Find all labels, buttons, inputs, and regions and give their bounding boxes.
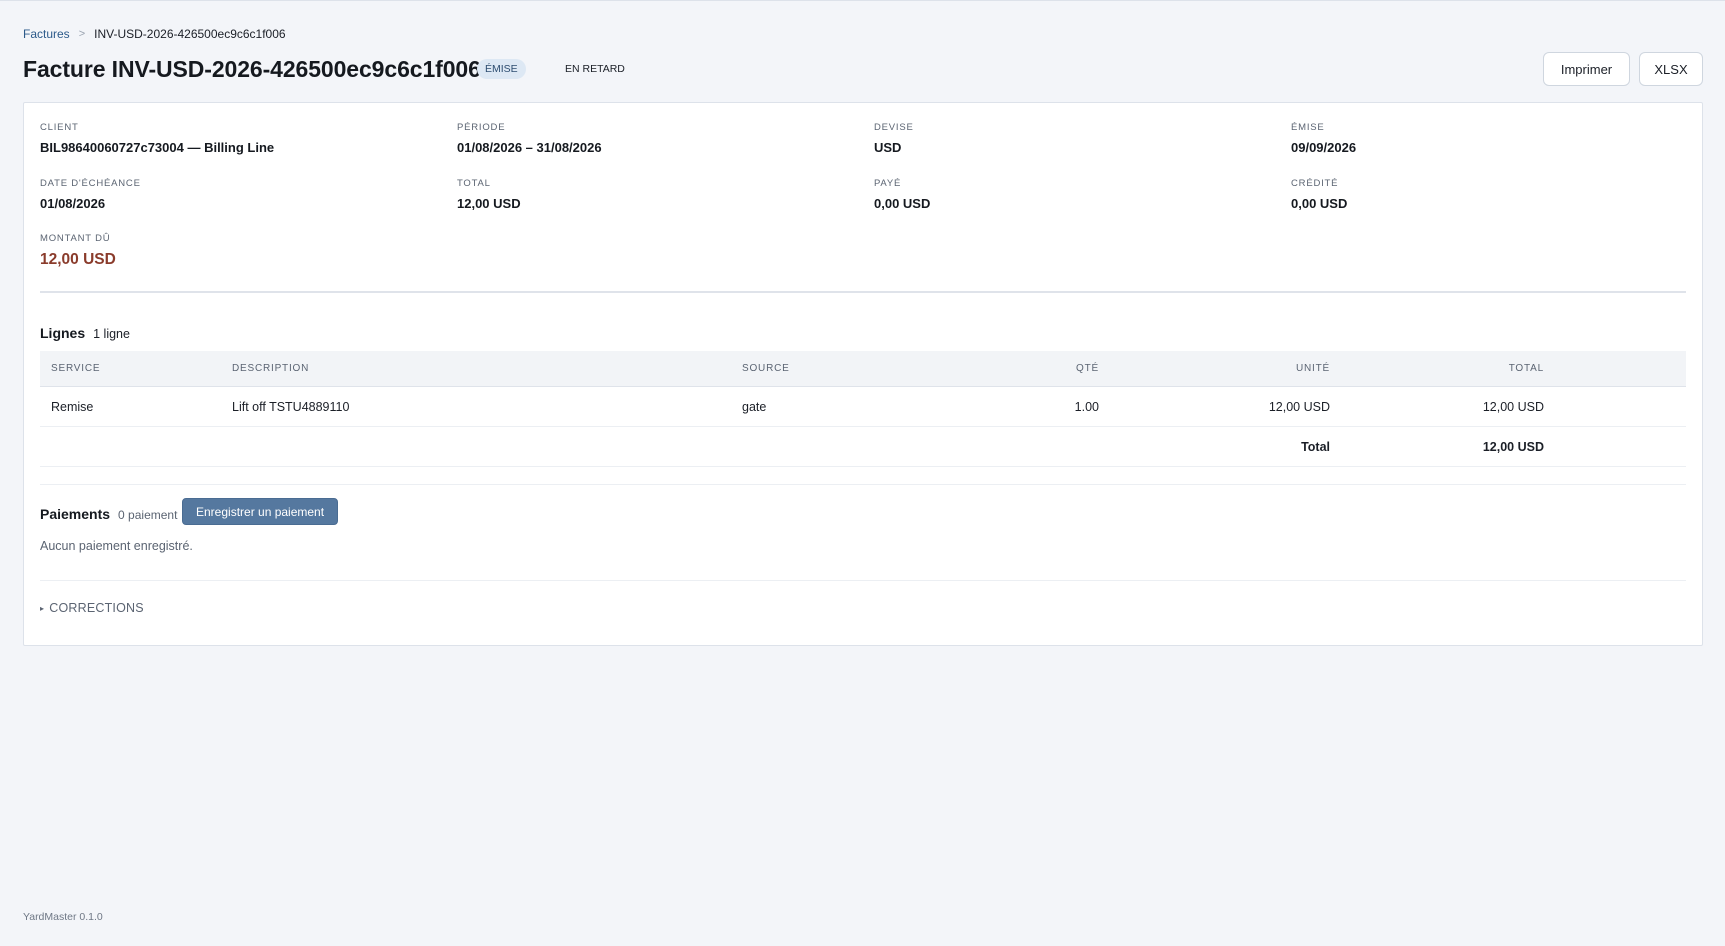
credited-value: 0,00 USD: [1291, 196, 1348, 211]
total-label: TOTAL: [457, 178, 491, 189]
corrections-label: CORRECTIONS: [49, 601, 144, 615]
payments-count: 0 paiement: [118, 508, 178, 522]
breadcrumb-current: INV-USD-2026-426500ec9c6c1f006: [94, 27, 286, 41]
currency-label: DEVISE: [874, 122, 914, 133]
cell-qty: 1.00: [1074, 400, 1099, 414]
period-label: PÉRIODE: [457, 122, 506, 133]
currency-value: USD: [874, 140, 902, 155]
currency-field: DEVISE USD: [874, 122, 914, 155]
issued-value: 09/09/2026: [1291, 140, 1357, 155]
invoice-card: CLIENT BIL98640060727c73004 — Billing Li…: [23, 102, 1703, 646]
lines-table: SERVICE DESCRIPTION SOURCE QTÉ UNITÉ TOT…: [40, 351, 1686, 467]
page-title: Facture INV-USD-2026-426500ec9c6c1f006: [23, 56, 481, 82]
credited-label: CRÉDITÉ: [1291, 178, 1339, 189]
paid-value: 0,00 USD: [874, 196, 931, 211]
due-date-value: 01/08/2026: [40, 196, 106, 211]
payments-heading: Paiements: [40, 506, 111, 522]
lines-section-header: Lignes 1 ligne: [40, 325, 130, 341]
column-header-description[interactable]: DESCRIPTION: [232, 363, 309, 374]
record-payment-button[interactable]: Enregistrer un paiement: [182, 498, 339, 525]
cell-service: Remise: [51, 400, 94, 414]
client-value: BIL98640060727c73004 — Billing Line: [40, 140, 275, 155]
caret-right-icon: ▸: [40, 603, 45, 613]
column-header-source[interactable]: SOURCE: [742, 363, 790, 374]
table-footer: Total 12,00 USD: [40, 427, 1686, 467]
payments-section-header: Paiements 0 paiement: [40, 506, 177, 522]
period-field: PÉRIODE 01/08/2026 – 31/08/2026: [457, 122, 602, 155]
xlsx-export-button[interactable]: XLSX: [1639, 52, 1703, 86]
page-header: Facture INV-USD-2026-426500ec9c6c1f006 É…: [23, 52, 1703, 87]
column-header-qty[interactable]: QTÉ: [1076, 363, 1099, 374]
cell-line-total: 12,00 USD: [1482, 400, 1544, 414]
breadcrumb-link-invoices[interactable]: Factures: [23, 27, 70, 41]
lines-count: 1 ligne: [93, 327, 130, 341]
paid-field: PAYÉ 0,00 USD: [874, 178, 930, 211]
breadcrumb: Factures > INV-USD-2026-426500ec9c6c1f00…: [23, 27, 286, 41]
footer-total-label: Total: [1301, 440, 1330, 454]
print-button[interactable]: Imprimer: [1543, 52, 1630, 86]
cell-source: gate: [742, 400, 767, 414]
due-date-field: DATE D'ÉCHÉANCE 01/08/2026: [40, 178, 141, 211]
footer-total-value: 12,00 USD: [1482, 440, 1544, 454]
breadcrumb-separator: >: [78, 28, 86, 40]
total-field: TOTAL 12,00 USD: [457, 178, 521, 211]
payments-divider: [40, 580, 1686, 581]
column-header-service[interactable]: SERVICE: [51, 363, 100, 374]
amount-due-field: MONTANT DÛ 12,00 USD: [40, 233, 116, 269]
lines-divider: [40, 484, 1686, 485]
table-header: SERVICE DESCRIPTION SOURCE QTÉ UNITÉ TOT…: [40, 351, 1686, 387]
payments-empty-state: Aucun paiement enregistré.: [40, 539, 193, 553]
amount-due-value: 12,00 USD: [40, 251, 116, 268]
issued-field: ÉMISE 09/09/2026: [1291, 122, 1356, 155]
period-value: 01/08/2026 – 31/08/2026: [457, 140, 602, 155]
due-date-label: DATE D'ÉCHÉANCE: [40, 178, 141, 189]
total-value: 12,00 USD: [457, 196, 521, 211]
column-header-unit[interactable]: UNITÉ: [1296, 363, 1330, 374]
cell-unit-price: 12,00 USD: [1268, 400, 1330, 414]
column-header-total[interactable]: TOTAL: [1509, 363, 1544, 374]
client-field: CLIENT BIL98640060727c73004 — Billing Li…: [40, 122, 274, 155]
issued-label: ÉMISE: [1291, 122, 1325, 133]
client-label: CLIENT: [40, 122, 79, 133]
credited-field: CRÉDITÉ 0,00 USD: [1291, 178, 1347, 211]
status-badge-issued: ÉMISE: [477, 59, 526, 79]
table-row[interactable]: Remise Lift off TSTU4889110 gate 1.00 12…: [40, 387, 1686, 427]
corrections-toggle[interactable]: ▸ CORRECTIONS: [40, 601, 144, 615]
summary-divider: [40, 291, 1686, 293]
lines-heading: Lignes: [40, 325, 86, 341]
status-badge-late: EN RETARD: [565, 63, 625, 75]
cell-description: Lift off TSTU4889110: [232, 400, 350, 414]
paid-label: PAYÉ: [874, 178, 902, 189]
app-version: YardMaster 0.1.0: [23, 911, 103, 923]
amount-due-label: MONTANT DÛ: [40, 233, 111, 244]
